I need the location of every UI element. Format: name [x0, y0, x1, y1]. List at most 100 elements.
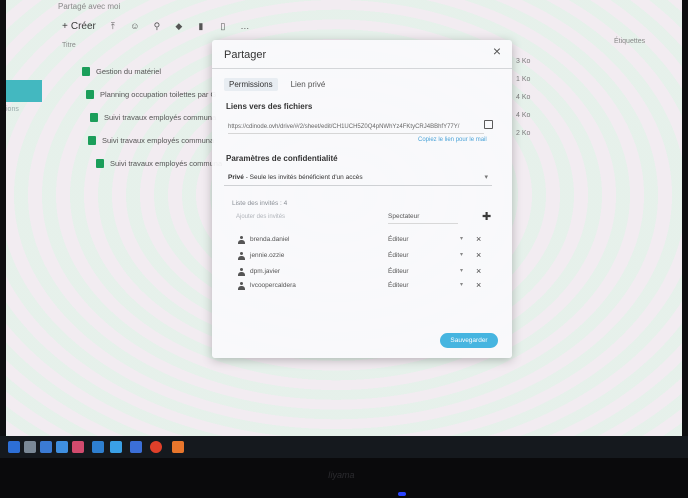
- file-name: Gestion du matériel: [96, 67, 162, 76]
- power-led: [398, 492, 406, 496]
- list-item[interactable]: Suivi travaux employés communa: [88, 129, 222, 152]
- guest-name: dpm.javier: [250, 268, 280, 275]
- column-header-labels[interactable]: Étiquettes: [614, 38, 645, 45]
- upload-icon[interactable]: ⤒: [108, 21, 118, 31]
- column-header-title[interactable]: Titre: [62, 42, 76, 49]
- remove-guest-icon[interactable]: ×: [476, 266, 481, 276]
- guest-row: brenda.daniel Éditeur ▾ ×: [238, 234, 488, 248]
- guest-name: jennie.ozzie: [250, 252, 285, 259]
- task-view-icon[interactable]: [40, 441, 52, 453]
- privacy-select[interactable]: Privé - Seule les invités bénéficient d'…: [224, 170, 492, 186]
- photo-of-monitor: Partagé avec moi + Créer ⤒ ☺ ⚲ ◆ ▮ ▯ … T…: [0, 0, 688, 498]
- remove-guest-icon[interactable]: ×: [476, 250, 481, 260]
- share-link-field[interactable]: https://cdinode.ovh/drive/#/2/sheet/edit…: [228, 120, 484, 134]
- guest-role-select[interactable]: Éditeur: [388, 282, 409, 289]
- person-icon: [238, 252, 245, 260]
- privacy-level: Privé: [228, 174, 244, 181]
- tab-permissions[interactable]: Permissions: [224, 78, 278, 91]
- file-size: 2 Ko: [516, 130, 531, 137]
- dialog-tabs: Permissions Lien privé: [224, 78, 330, 91]
- default-role-select[interactable]: Spectateur: [388, 213, 419, 220]
- close-icon[interactable]: ×: [490, 44, 504, 58]
- remove-guest-icon[interactable]: ×: [476, 234, 481, 244]
- file-size: 1 Ko: [516, 76, 531, 83]
- screen: Partagé avec moi + Créer ⤒ ☺ ⚲ ◆ ▮ ▯ … T…: [6, 0, 682, 436]
- privacy-section-title: Paramètres de confidentialité: [226, 154, 338, 163]
- trash-icon[interactable]: ▯: [218, 21, 228, 31]
- add-guest-plus-icon[interactable]: ✚: [482, 210, 491, 223]
- link-icon[interactable]: ⚲: [152, 21, 162, 31]
- guest-row: lvcoopercaldera Éditeur ▾ ×: [238, 280, 488, 294]
- divider: [388, 223, 458, 224]
- chevron-down-icon[interactable]: ▾: [460, 251, 463, 258]
- file-size: 4 Ko: [516, 112, 531, 119]
- file-sizes: 3 Ko 1 Ko 4 Ko 4 Ko 2 Ko: [516, 58, 556, 148]
- spreadsheet-icon: [86, 90, 94, 99]
- plus-icon: +: [62, 20, 68, 32]
- spreadsheet-icon: [90, 113, 98, 122]
- file-size: 3 Ko: [516, 58, 531, 65]
- copy-icon[interactable]: [484, 120, 493, 129]
- tab-private-link[interactable]: Lien privé: [286, 78, 331, 91]
- remove-guest-icon[interactable]: ×: [476, 280, 481, 290]
- save-button[interactable]: Sauvegarder: [440, 333, 498, 348]
- explorer-icon[interactable]: [110, 441, 122, 453]
- person-icon: [238, 282, 245, 290]
- list-item[interactable]: Gestion du matériel: [82, 60, 222, 83]
- guest-row: jennie.ozzie Éditeur ▾ ×: [238, 250, 488, 264]
- add-guest-input[interactable]: Ajouter des invités: [236, 214, 356, 220]
- more-icon[interactable]: …: [240, 21, 250, 31]
- list-item[interactable]: Planning occupation toilettes par G: [86, 83, 222, 106]
- file-name: Suivi travaux employés communa: [104, 113, 217, 122]
- privacy-description: - Seule les invités bénéficient d'un acc…: [243, 174, 363, 181]
- person-icon: [238, 268, 245, 276]
- guest-role-select[interactable]: Éditeur: [388, 268, 409, 275]
- chevron-down-icon[interactable]: ▾: [460, 235, 463, 242]
- edge-icon[interactable]: [56, 441, 68, 453]
- share-dialog: Partager × Permissions Lien privé Liens …: [212, 40, 512, 358]
- list-item[interactable]: Suivi travaux employés communa: [96, 152, 222, 175]
- file-list: Gestion du matériel Planning occupation …: [82, 60, 222, 175]
- tag-icon[interactable]: ◆: [174, 21, 184, 31]
- person-icon: [238, 236, 245, 244]
- sidebar-item-active[interactable]: [6, 80, 42, 102]
- spreadsheet-icon: [82, 67, 90, 76]
- file-name: Planning occupation toilettes par G: [100, 90, 217, 99]
- add-user-icon[interactable]: ☺: [130, 21, 140, 31]
- spreadsheet-icon: [96, 159, 104, 168]
- guest-row: dpm.javier Éditeur ▾ ×: [238, 266, 488, 280]
- search-icon[interactable]: [24, 441, 36, 453]
- toolbar: + Créer ⤒ ☺ ⚲ ◆ ▮ ▯ …: [62, 18, 250, 34]
- divider: [212, 68, 512, 69]
- monitor-brand: Iiyama: [328, 470, 355, 480]
- guest-name: lvcoopercaldera: [250, 282, 296, 289]
- guest-role-select[interactable]: Éditeur: [388, 252, 409, 259]
- file-name: Suivi travaux employés communa: [110, 159, 222, 168]
- guest-name: brenda.daniel: [250, 236, 290, 243]
- list-item[interactable]: Suivi travaux employés communa: [90, 106, 222, 129]
- chevron-down-icon: ▾: [484, 174, 488, 181]
- start-icon[interactable]: [8, 441, 20, 453]
- opera-icon[interactable]: [150, 441, 162, 453]
- store-icon[interactable]: [130, 441, 142, 453]
- copy-file-icon[interactable]: ▮: [196, 21, 206, 31]
- create-label: Créer: [70, 20, 96, 32]
- create-button[interactable]: + Créer: [62, 21, 96, 32]
- breadcrumb[interactable]: Partagé avec moi: [58, 2, 120, 11]
- mail-icon[interactable]: [92, 441, 104, 453]
- link-hint[interactable]: Copiez le lien pour le mail: [418, 137, 487, 143]
- guest-role-select[interactable]: Éditeur: [388, 236, 409, 243]
- chevron-down-icon[interactable]: ▾: [460, 281, 463, 288]
- links-section-title: Liens vers des fichiers: [226, 102, 313, 111]
- taskbar: [0, 436, 688, 458]
- guests-count: Liste des invités : 4: [232, 200, 288, 207]
- app-icon[interactable]: [72, 441, 84, 453]
- file-size: 4 Ko: [516, 94, 531, 101]
- spreadsheet-icon: [88, 136, 96, 145]
- brave-icon[interactable]: [172, 441, 184, 453]
- chevron-down-icon[interactable]: ▾: [460, 267, 463, 274]
- dialog-title: Partager: [224, 49, 267, 61]
- sidebar-item-label[interactable]: ions: [6, 106, 19, 113]
- file-name: Suivi travaux employés communa: [102, 136, 215, 145]
- monitor-bezel: Iiyama: [0, 458, 688, 498]
